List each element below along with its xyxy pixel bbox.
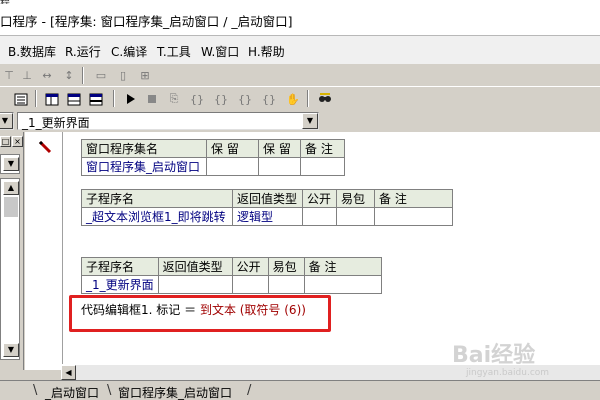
editor-margin xyxy=(25,132,61,370)
chevron-down-icon[interactable]: ▼ xyxy=(0,113,13,129)
tab-assembly[interactable]: 窗口程序集_启动窗口 xyxy=(118,384,232,400)
header-reserved-1: 保 留 xyxy=(206,139,259,158)
sub-name-cell[interactable]: _超文本浏览框1_即将跳转 xyxy=(81,207,233,226)
return-type-cell[interactable]: 逻辑型 xyxy=(232,207,303,226)
panel-list[interactable]: ▲ ▼ xyxy=(0,178,20,360)
header-sub-name: 子程序名 xyxy=(81,189,233,208)
header-public: 公开 xyxy=(302,189,337,208)
find-icon[interactable] xyxy=(316,90,334,108)
margin-line xyxy=(62,132,63,364)
menu-run[interactable]: R.运行 xyxy=(65,43,101,60)
remark-cell[interactable] xyxy=(300,157,345,176)
chevron-down-icon[interactable]: ▼ xyxy=(3,157,19,171)
menu-bar: B.数据库 R.运行 C.编译 T.工具 W.窗口 H.帮助 xyxy=(0,36,600,64)
header-sub-name: 子程序名 xyxy=(81,257,159,276)
panel-view-icon[interactable] xyxy=(65,90,83,108)
panel-close-icon[interactable]: × xyxy=(12,136,23,147)
assembly-table: 窗口程序集名 保 留 保 留 备 注 窗口程序集_启动窗口 xyxy=(81,139,345,176)
hand-icon[interactable]: ✋ xyxy=(284,90,302,108)
panel-restore-icon[interactable]: □ xyxy=(0,136,11,147)
header-easy-package: 易包 xyxy=(267,257,305,276)
menu-tools[interactable]: T.工具 xyxy=(157,43,191,60)
header-remark: 备 注 xyxy=(374,189,453,208)
header-return-type: 返回值类型 xyxy=(157,257,233,276)
table-view-icon[interactable] xyxy=(43,90,61,108)
header-assembly-name: 窗口程序集名 xyxy=(81,139,207,158)
layout-toolbar: ⊤ ⊥ ↔ ↕ ▭ ▯ ⊞ xyxy=(0,64,600,86)
chevron-down-icon[interactable]: ▼ xyxy=(302,113,318,129)
header-return-type: 返回值类型 xyxy=(232,189,303,208)
panel-combo[interactable]: ▼ xyxy=(0,154,20,174)
class-selector[interactable]: ▼ xyxy=(0,112,14,130)
same-height-icon[interactable]: ▯ xyxy=(114,66,132,84)
easy-package-cell[interactable] xyxy=(336,207,375,226)
align-middle-icon[interactable]: ⊥ xyxy=(18,66,36,84)
menu-help[interactable]: H.帮助 xyxy=(248,43,285,60)
menu-database[interactable]: B.数据库 xyxy=(8,43,56,60)
run-to-cursor-icon[interactable]: {} xyxy=(260,90,278,108)
window-title: 口程序 - [程序集: 窗口程序集_启动窗口 / _启动窗口] xyxy=(0,14,293,29)
stop-icon[interactable] xyxy=(143,90,161,108)
scroll-up-icon[interactable]: ▲ xyxy=(3,181,19,195)
remark-cell[interactable] xyxy=(374,207,453,226)
document-tabs: \ _启动窗口 \ 窗口程序集_启动窗口 / xyxy=(0,380,600,400)
step-into-icon[interactable]: {} xyxy=(188,90,206,108)
step-over-icon[interactable]: {} xyxy=(212,90,230,108)
procedure-selector-value: _1_更新界面 xyxy=(22,116,90,130)
menu-compile[interactable]: C.编译 xyxy=(111,43,147,60)
partial-top-text: 程 xyxy=(0,0,30,4)
step-icon[interactable]: ⎘ xyxy=(165,90,183,108)
tab-startup-window[interactable]: _启动窗口 xyxy=(45,384,99,400)
return-type-cell[interactable] xyxy=(157,275,233,294)
scroll-down-icon[interactable]: ▼ xyxy=(3,343,19,357)
sub-name-cell[interactable]: _1_更新界面 xyxy=(81,275,159,294)
subroutine-table-2: 子程序名 返回值类型 公开 易包 备 注 _1_更新界面 xyxy=(81,257,382,294)
subroutine-table-1: 子程序名 返回值类型 公开 易包 备 注 _超文本浏览框1_即将跳转 逻辑型 xyxy=(81,189,453,226)
scroll-left-icon[interactable]: ◀ xyxy=(61,365,76,380)
horizontal-scrollbar[interactable]: ◀ xyxy=(61,365,600,380)
step-out-icon[interactable]: {} xyxy=(236,90,254,108)
space-vertical-icon[interactable]: ↕ xyxy=(60,66,78,84)
header-remark: 备 注 xyxy=(300,139,345,158)
public-cell[interactable] xyxy=(231,275,269,294)
same-size-icon[interactable]: ⊞ xyxy=(136,66,154,84)
title-bar: 程 口程序 - [程序集: 窗口程序集_启动窗口 / _启动窗口] xyxy=(0,0,600,36)
pencil-icon xyxy=(38,140,52,154)
reserved-1-cell[interactable] xyxy=(206,157,259,176)
left-panel: □ × ▼ ▲ ▼ xyxy=(0,132,24,370)
procedure-selector[interactable]: _1_更新界面 ▼ xyxy=(17,112,319,130)
align-top-icon[interactable]: ⊤ xyxy=(0,66,18,84)
header-reserved-2: 保 留 xyxy=(258,139,301,158)
assembly-name-cell[interactable]: 窗口程序集_启动窗口 xyxy=(81,157,207,176)
menu-window[interactable]: W.窗口 xyxy=(201,43,239,60)
scroll-thumb[interactable] xyxy=(4,197,18,217)
header-remark: 备 注 xyxy=(303,257,382,276)
easy-package-cell[interactable] xyxy=(267,275,305,294)
selector-row: ▼ _1_更新界面 ▼ xyxy=(0,110,600,132)
header-public: 公开 xyxy=(231,257,269,276)
main-toolbar: ⎘ {} {} {} {} ✋ xyxy=(0,86,600,110)
split-view-icon[interactable] xyxy=(87,90,105,108)
same-width-icon[interactable]: ▭ xyxy=(92,66,110,84)
public-cell[interactable] xyxy=(302,207,337,226)
reserved-2-cell[interactable] xyxy=(258,157,301,176)
space-horizontal-icon[interactable]: ↔ xyxy=(38,66,56,84)
list-icon[interactable] xyxy=(12,90,30,108)
highlight-annotation xyxy=(69,295,331,332)
remark-cell[interactable] xyxy=(303,275,382,294)
header-easy-package: 易包 xyxy=(336,189,375,208)
run-icon[interactable] xyxy=(121,90,139,108)
